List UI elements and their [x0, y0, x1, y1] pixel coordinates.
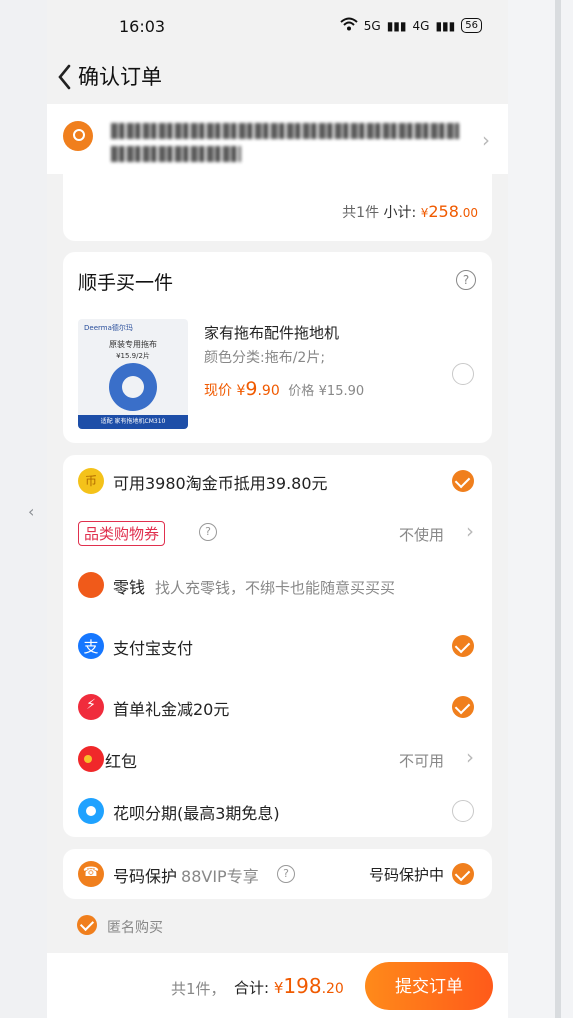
desktop-right-margin: [508, 0, 573, 1018]
alipay-row[interactable]: 支付宝支付: [63, 620, 492, 672]
anonymous-label: 匿名购买: [107, 920, 163, 936]
signal-4g-icon: 4G: [412, 18, 430, 33]
protection-label: 号码保护 88VIP专享: [113, 863, 259, 887]
subtotal-label: 小计:: [383, 205, 417, 221]
now-price-dec: .90: [257, 383, 280, 399]
change-title: 零钱: [113, 578, 146, 597]
phone-screen: 16:03 5G ▮▮▮ 4G ▮▮▮ 56 确认订单 › 共1件 小计: ¥2…: [47, 0, 508, 1018]
check-icon[interactable]: [452, 470, 474, 492]
protection-state: 号码保护中: [368, 866, 444, 884]
red-packet-row[interactable]: 红包 不可用 ›: [63, 733, 492, 785]
now-price-int: 9: [245, 378, 258, 400]
redacted-contact-line: [111, 146, 241, 162]
desktop-left-margin: [0, 0, 47, 1018]
check-icon[interactable]: [452, 635, 474, 657]
submit-order-button[interactable]: 提交订单: [365, 962, 493, 1010]
signal-bars-icon: ▮▮▮: [386, 18, 407, 33]
signal-bars-icon: ▮▮▮: [435, 18, 456, 33]
page-title: 确认订单: [78, 65, 162, 89]
taobao-coins-row[interactable]: 可用3980淘金币抵用39.80元: [63, 455, 492, 507]
add-on-title: 顺手买一件: [78, 272, 174, 294]
help-icon[interactable]: ?: [456, 270, 476, 290]
battery-icon: 56: [461, 18, 482, 33]
add-on-select-radio[interactable]: [452, 363, 474, 385]
check-icon[interactable]: [452, 696, 474, 718]
status-icons: 5G ▮▮▮ 4G ▮▮▮ 56: [340, 17, 482, 34]
order-subtotal-card: 共1件 小计: ¥258.00: [63, 174, 492, 241]
mop-pad-graphic: [109, 363, 157, 411]
product-price: 现价 ¥9.90 价格 ¥15.90: [204, 378, 364, 400]
check-icon[interactable]: [452, 863, 474, 885]
image-brand: Deerma德尔玛: [84, 324, 133, 332]
back-icon[interactable]: [53, 58, 79, 92]
alipay-label: 支付宝支付: [113, 639, 194, 658]
now-label: 现价: [204, 383, 232, 399]
total-dec: .20: [321, 981, 344, 997]
red-packet-state: 不可用: [398, 752, 444, 770]
image-footer: 适配 家有拖地机CM310: [78, 415, 188, 429]
subtotal-amount: ¥258.00: [420, 202, 478, 221]
number-protection-card[interactable]: 号码保护88VIP专享 ? 号码保护中: [63, 849, 492, 899]
location-pin-icon: [63, 121, 93, 151]
coupon-row[interactable]: 品类购物券 ? 不使用 ›: [63, 507, 492, 559]
coins-label: 可用3980淘金币抵用39.80元: [113, 474, 328, 493]
coupon-icon: 品类购物券: [78, 521, 166, 546]
total-label: 合计:: [234, 979, 270, 997]
payment-options-card: 可用3980淘金币抵用39.80元 品类购物券 ? 不使用 › 零钱找人充零钱，…: [63, 455, 492, 837]
help-icon[interactable]: ?: [199, 523, 217, 541]
product-name[interactable]: 家有拖布配件拖地机: [204, 322, 339, 343]
wallet-icon: [78, 572, 104, 598]
huabei-label: 花呗分期(最高3期免息): [113, 804, 280, 823]
currency: ¥: [273, 979, 284, 997]
huabei-radio[interactable]: [452, 800, 474, 822]
image-title: 原装专用拖布: [109, 340, 157, 349]
chevron-right-icon: ›: [466, 745, 474, 769]
subtotal-line: 共1件 小计: ¥258.00: [342, 202, 478, 222]
item-count: 共1件: [342, 205, 380, 221]
red-packet-icon: [78, 746, 104, 772]
status-bar: 16:03 5G ▮▮▮ 4G ▮▮▮ 56: [47, 0, 508, 52]
wifi-icon: [340, 17, 358, 34]
status-time: 16:03: [119, 17, 166, 36]
help-icon[interactable]: ?: [277, 865, 295, 883]
gift-icon: [78, 694, 104, 720]
signal-5g-icon: 5G: [363, 18, 381, 33]
coupon-state: 不使用: [398, 526, 444, 544]
order-total: 合计: ¥198.20: [234, 974, 344, 998]
change-label: 零钱 找人充零钱，不绑卡也能随意买买买: [113, 574, 395, 598]
footer-count: 共1件，: [171, 980, 226, 998]
taobao-coin-icon: [78, 468, 104, 494]
address-card[interactable]: ›: [47, 104, 508, 174]
first-order-label: 首单礼金减20元: [113, 700, 230, 719]
protection-title: 号码保护: [113, 867, 178, 886]
change-row[interactable]: 零钱 找人充零钱，不绑卡也能随意买买买: [63, 559, 492, 611]
alipay-icon: [78, 633, 104, 659]
vip-tag: 88VIP专享: [181, 867, 259, 886]
chevron-right-icon: ›: [482, 128, 490, 152]
orig-price: ¥15.90: [318, 384, 365, 399]
product-variant: 颜色分类:拖布/2片;: [204, 350, 326, 366]
change-hint: 找人充零钱，不绑卡也能随意买买买: [155, 579, 396, 597]
chevron-left-icon[interactable]: ‹: [28, 502, 34, 521]
first-order-gift-row[interactable]: 首单礼金减20元: [63, 681, 492, 733]
orig-label: 价格: [288, 384, 315, 399]
phone-protect-icon: [78, 861, 104, 887]
scrollbar[interactable]: [555, 0, 561, 1018]
chevron-right-icon: ›: [466, 519, 474, 543]
total-int: 198: [283, 974, 322, 998]
red-packet-label: 红包: [105, 752, 138, 771]
huabei-icon: [78, 798, 104, 824]
redacted-address-line: [111, 123, 459, 139]
checkout-bar: 共1件， 合计: ¥198.20 提交订单: [47, 953, 508, 1018]
check-icon[interactable]: [77, 915, 97, 935]
add-on-card: 顺手买一件 ? Deerma德尔玛 原装专用拖布 ¥15.9/2片 适配 家有拖…: [63, 252, 492, 443]
image-price: ¥15.9/2片: [116, 352, 150, 360]
huabei-row[interactable]: 花呗分期(最高3期免息): [63, 785, 492, 837]
product-image[interactable]: Deerma德尔玛 原装专用拖布 ¥15.9/2片 适配 家有拖地机CM310: [78, 319, 188, 429]
page-header: 确认订单: [47, 52, 508, 102]
